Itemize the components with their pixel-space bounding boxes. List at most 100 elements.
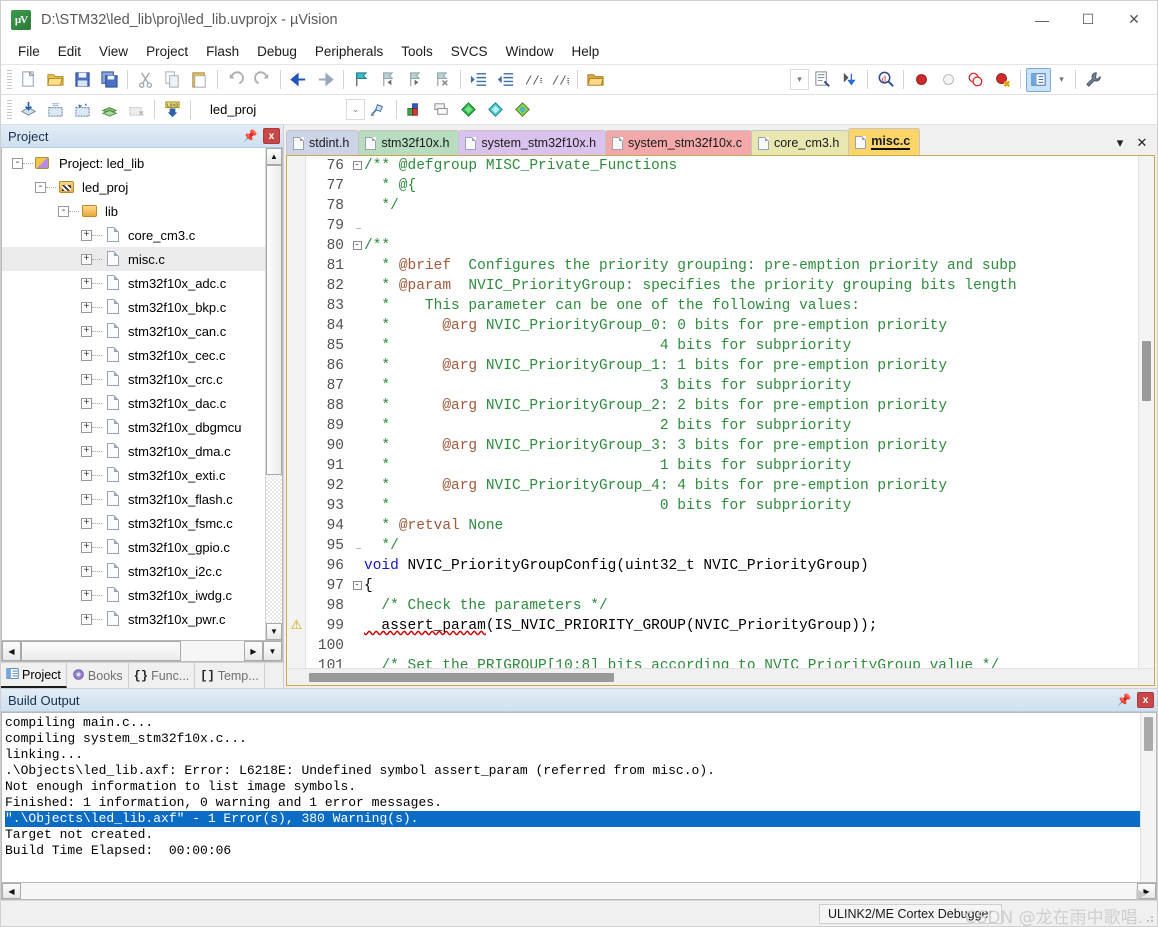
code-line[interactable]: 85 * 4 bits for subpriority (306, 336, 1138, 356)
code-line[interactable]: 101 /* Set the PRIGROUP[10:8] bits accor… (306, 656, 1138, 668)
editor-tab-core_cm3-h[interactable]: core_cm3.h (750, 130, 850, 155)
tree-expand-icon[interactable]: + (81, 277, 92, 289)
pin-icon[interactable]: 📌 (241, 127, 259, 145)
cut-icon[interactable] (133, 68, 158, 92)
tree-expand-icon[interactable]: + (81, 325, 92, 337)
toolbar-grip[interactable] (7, 69, 12, 90)
tree-item[interactable]: + stm32f10x_can.c (2, 319, 265, 343)
code-line[interactable]: 96 void NVIC_PriorityGroupConfig(uint32_t… (306, 556, 1138, 576)
tree-expand-icon[interactable]: + (81, 301, 92, 313)
code-line[interactable]: 99 assert_param(IS_NVIC_PRIORITY_GROUP(N… (306, 616, 1138, 636)
bookmark-next-icon[interactable] (403, 68, 428, 92)
scroll-track-horizontal[interactable] (21, 641, 244, 661)
menu-item-debug[interactable]: Debug (248, 41, 306, 62)
tree-item[interactable]: + stm32f10x_iwdg.c (2, 583, 265, 607)
tree-item[interactable]: + stm32f10x_dma.c (2, 439, 265, 463)
toolbar-grip[interactable] (7, 99, 12, 120)
tree-item[interactable]: + stm32f10x_exti.c (2, 463, 265, 487)
code-fold-marker[interactable]: - (350, 236, 364, 256)
project-window-toggle-icon[interactable] (1026, 67, 1051, 92)
new-file-icon[interactable] (16, 68, 41, 92)
project-window-chevron-down-icon[interactable]: ▾ (1052, 69, 1071, 90)
toolbar-overflow-chevron-down-icon[interactable]: ▾ (790, 69, 809, 90)
redo-icon[interactable] (250, 68, 275, 92)
code-line[interactable]: 97-{ (306, 576, 1138, 596)
project-tree-horizontal-scrollbar[interactable]: ◀ ▶ ▼ (1, 641, 283, 662)
code-scroll-thumb-horizontal[interactable] (309, 673, 614, 682)
tree-expand-icon[interactable]: + (81, 229, 92, 241)
save-all-icon[interactable] (97, 68, 122, 92)
insert-breakpoint-icon[interactable] (909, 68, 934, 92)
code-line[interactable]: 93 * 0 bits for subpriority (306, 496, 1138, 516)
code-line[interactable]: 78 */ (306, 196, 1138, 216)
find-in-files-icon[interactable]: d (873, 68, 898, 92)
code-line[interactable]: 84 * @arg NVIC_PriorityGroup_0: 0 bits f… (306, 316, 1138, 336)
translate-icon[interactable] (16, 98, 41, 122)
code-line[interactable]: 86 * @arg NVIC_PriorityGroup_1: 1 bits f… (306, 356, 1138, 376)
tree-expand-icon[interactable]: + (81, 373, 92, 385)
tree-item[interactable]: + stm32f10x_flash.c (2, 487, 265, 511)
tree-collapse-icon[interactable]: - (58, 205, 69, 217)
download-icon[interactable]: LOAD (160, 98, 185, 122)
editor-tab-misc-c[interactable]: misc.c (848, 128, 921, 155)
bookmark-prev-icon[interactable] (376, 68, 401, 92)
project-tab-project[interactable]: Project (1, 663, 67, 688)
tab-list-chevron-down-icon[interactable]: ▾ (1109, 132, 1131, 154)
code-scroll-thumb[interactable] (1142, 341, 1151, 401)
tree-item[interactable]: + stm32f10x_pwr.c (2, 607, 265, 631)
tree-item[interactable]: + stm32f10x_gpio.c (2, 535, 265, 559)
batch-build-icon[interactable] (97, 98, 122, 122)
rebuild-icon[interactable] (70, 98, 95, 122)
manage-project-items-icon[interactable] (402, 98, 427, 122)
build-output-line[interactable]: compiling system_stm32f10x.c... (5, 731, 1140, 747)
open-folder-icon[interactable] (583, 68, 608, 92)
configure-target-icon[interactable] (810, 68, 835, 92)
code-line[interactable]: 83 * This parameter can be one of the fo… (306, 296, 1138, 316)
build-output-line[interactable]: Target not created. (5, 827, 1140, 843)
target-selector[interactable]: led_proj (201, 99, 346, 120)
code-fold-marker[interactable]: - (350, 576, 364, 596)
build-output-line[interactable]: Finished: 1 information, 0 warning and 1… (5, 795, 1140, 811)
tree-expand-icon[interactable]: + (81, 565, 92, 577)
scroll-dropdown-icon[interactable]: ▼ (263, 641, 282, 661)
tree-expand-icon[interactable]: + (81, 445, 92, 457)
save-icon[interactable] (70, 68, 95, 92)
tree-collapse-icon[interactable]: - (12, 157, 23, 169)
menu-item-project[interactable]: Project (137, 41, 197, 62)
disable-breakpoint-icon[interactable] (936, 68, 961, 92)
code-line[interactable]: 82 * @param NVIC_PriorityGroup: specifie… (306, 276, 1138, 296)
editor-tab-system_stm32f10x-c[interactable]: system_stm32f10x.c (605, 130, 752, 155)
project-tab-books[interactable]: Books (67, 663, 129, 688)
outdent-icon[interactable] (493, 68, 518, 92)
tree-expand-icon[interactable]: + (81, 421, 92, 433)
editor-tab-stdint-h[interactable]: stdint.h (286, 130, 360, 155)
tree-expand-icon[interactable]: + (81, 493, 92, 505)
uncomment-icon[interactable]: //≢ (547, 68, 572, 92)
multi-project-icon[interactable] (429, 98, 454, 122)
pack-installer-icon[interactable] (483, 98, 508, 122)
build-output-line[interactable]: Build Time Elapsed: 00:00:06 (5, 843, 1140, 859)
error-gutter[interactable]: ⚠ (287, 156, 306, 668)
menu-item-file[interactable]: File (9, 41, 49, 62)
code-line[interactable]: 94 * @retval None (306, 516, 1138, 536)
scroll-right-icon[interactable]: ▶ (244, 641, 263, 661)
code-line[interactable]: 76-/** @defgroup MISC_Private_Functions (306, 156, 1138, 176)
tree-expand-icon[interactable]: + (81, 541, 92, 553)
stop-build-icon[interactable] (124, 98, 149, 122)
project-tree-vertical-scrollbar[interactable]: ▲ ▼ (265, 148, 282, 640)
menu-item-window[interactable]: Window (496, 41, 562, 62)
close-button[interactable]: ✕ (1111, 1, 1157, 39)
code-line[interactable]: 88 * @arg NVIC_PriorityGroup_2: 2 bits f… (306, 396, 1138, 416)
code-line[interactable]: 92 * @arg NVIC_PriorityGroup_4: 4 bits f… (306, 476, 1138, 496)
target-options-icon[interactable] (366, 98, 391, 122)
tree-item[interactable]: + stm32f10x_adc.c (2, 271, 265, 295)
tree-item[interactable]: + stm32f10x_bkp.c (2, 295, 265, 319)
scroll-thumb[interactable] (1144, 717, 1153, 751)
close-icon[interactable]: x (1137, 692, 1154, 708)
tree-item[interactable]: + misc.c (2, 247, 265, 271)
tree-item[interactable]: + stm32f10x_dac.c (2, 391, 265, 415)
tree-expand-icon[interactable]: + (81, 397, 92, 409)
tree-expand-icon[interactable]: + (81, 349, 92, 361)
utilities-icon[interactable] (1081, 68, 1106, 92)
code-line[interactable]: 98 /* Check the parameters */ (306, 596, 1138, 616)
